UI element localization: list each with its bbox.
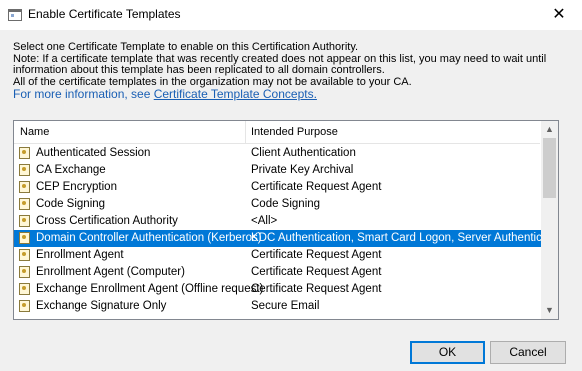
list-header: Name Intended Purpose — [14, 121, 540, 144]
template-name: CA Exchange — [36, 164, 106, 176]
template-name: Enrollment Agent (Computer) — [36, 266, 185, 278]
intended-purpose: Client Authentication — [251, 147, 356, 159]
certificate-template-icon — [19, 283, 30, 295]
more-info: For more information, see Certificate Te… — [13, 87, 573, 101]
template-name: Authenticated Session — [36, 147, 151, 159]
title-bar: Enable Certificate Templates ✕ — [0, 0, 582, 30]
list-item[interactable]: Exchange Signature Only Secure Email — [14, 298, 543, 315]
certificate-template-icon — [19, 249, 30, 261]
list-item[interactable]: CEP Encryption Certificate Request Agent — [14, 179, 543, 196]
template-name: Cross Certification Authority — [36, 215, 178, 227]
intended-purpose: Certificate Request Agent — [251, 283, 382, 295]
column-header-purpose[interactable]: Intended Purpose — [251, 121, 338, 143]
certificate-template-icon — [19, 300, 30, 312]
intended-purpose: Certificate Request Agent — [251, 181, 382, 193]
intended-purpose: KDC Authentication, Smart Card Logon, Se… — [251, 232, 559, 244]
description: Select one Certificate Template to enabl… — [13, 41, 573, 101]
certificate-template-icon — [19, 266, 30, 278]
more-info-prefix: For more information, see — [13, 87, 154, 101]
template-name: Exchange Enrollment Agent (Offline reque… — [36, 283, 264, 295]
certificate-template-icon — [19, 232, 30, 244]
cancel-button[interactable]: Cancel — [490, 341, 566, 364]
close-button[interactable]: ✕ — [536, 0, 582, 30]
template-list[interactable]: Name Intended Purpose Authenticated Sess… — [13, 120, 559, 320]
column-divider[interactable] — [245, 121, 246, 143]
list-item[interactable]: Authenticated Session Client Authenticati… — [14, 145, 543, 162]
ok-button[interactable]: OK — [410, 341, 485, 364]
list-item[interactable]: Code Signing Code Signing — [14, 196, 543, 213]
intended-purpose: Code Signing — [251, 198, 321, 210]
intended-purpose: <All> — [251, 215, 278, 227]
list-rows: Authenticated Session Client Authenticati… — [14, 145, 558, 319]
scroll-down-icon[interactable]: ▼ — [541, 302, 558, 319]
template-name: CEP Encryption — [36, 181, 117, 193]
intended-purpose: Certificate Request Agent — [251, 266, 382, 278]
window-icon — [8, 9, 22, 21]
template-name: Exchange Signature Only — [36, 300, 167, 312]
scroll-up-icon[interactable]: ▲ — [541, 121, 558, 138]
dialog-content: Select one Certificate Template to enabl… — [0, 30, 582, 371]
window-title: Enable Certificate Templates — [28, 7, 181, 21]
vertical-scrollbar[interactable]: ▲ ▼ — [541, 121, 558, 319]
list-item[interactable]: Cross Certification Authority <All> — [14, 213, 543, 230]
list-item[interactable]: Exchange Enrollment Agent (Offline reque… — [14, 281, 543, 298]
certificate-template-icon — [19, 198, 30, 210]
template-name: Domain Controller Authentication (Kerber… — [36, 232, 262, 244]
list-item[interactable]: Domain Controller Authentication (Kerber… — [14, 230, 558, 247]
template-name: Enrollment Agent — [36, 249, 124, 261]
description-line: Select one Certificate Template to enabl… — [13, 41, 359, 53]
certificate-template-icon — [19, 215, 30, 227]
intended-purpose: Private Key Archival — [251, 164, 354, 176]
template-name: Code Signing — [36, 198, 106, 210]
list-item[interactable]: CA Exchange Private Key Archival — [14, 162, 543, 179]
certificate-template-concepts-link[interactable]: Certificate Template Concepts. — [154, 87, 317, 101]
intended-purpose: Certificate Request Agent — [251, 249, 382, 261]
column-header-name[interactable]: Name — [20, 121, 49, 143]
certificate-template-icon — [19, 164, 30, 176]
list-item[interactable]: Enrollment Agent (Computer) Certificate R… — [14, 264, 543, 281]
list-item[interactable]: Enrollment Agent Certificate Request Agen… — [14, 247, 543, 264]
scrollbar-thumb[interactable] — [543, 138, 556, 198]
certificate-template-icon — [19, 181, 30, 193]
certificate-template-icon — [19, 147, 30, 159]
description-line: information about this template has been… — [13, 64, 385, 76]
intended-purpose: Secure Email — [251, 300, 320, 312]
